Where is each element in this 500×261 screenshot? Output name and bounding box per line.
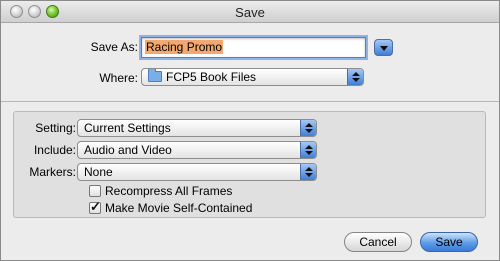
save-as-input[interactable]: Racing Promo bbox=[141, 37, 366, 58]
where-label: Where: bbox=[99, 71, 138, 85]
where-popup[interactable]: FCP5 Book Files bbox=[141, 68, 364, 86]
updown-arrows-icon bbox=[347, 69, 363, 85]
folder-icon bbox=[148, 69, 162, 82]
include-popup[interactable]: Audio and Video bbox=[77, 141, 317, 159]
cancel-button[interactable]: Cancel bbox=[344, 232, 412, 252]
expand-browser-button[interactable] bbox=[374, 39, 393, 56]
save-button[interactable]: Save bbox=[420, 232, 478, 252]
setting-value: Current Settings bbox=[84, 121, 171, 135]
setting-label: Setting: bbox=[35, 121, 76, 135]
updown-arrows-icon bbox=[300, 164, 316, 180]
include-label: Include: bbox=[33, 143, 76, 157]
markers-label: Markers: bbox=[29, 165, 76, 179]
recompress-label: Recompress All Frames bbox=[105, 184, 233, 198]
updown-arrows-icon bbox=[300, 120, 316, 136]
markers-value: None bbox=[84, 165, 113, 179]
updown-arrows-icon bbox=[300, 142, 316, 158]
include-value: Audio and Video bbox=[84, 143, 172, 157]
save-dialog: Save Save As: Racing Promo Where: FCP5 B… bbox=[0, 0, 500, 261]
checkmark-icon: ✓ bbox=[90, 199, 101, 214]
window-title: Save bbox=[235, 5, 265, 20]
divider bbox=[1, 101, 499, 102]
title-bar: Save bbox=[1, 1, 499, 23]
markers-popup[interactable]: None bbox=[77, 163, 317, 181]
recompress-checkbox[interactable] bbox=[89, 185, 101, 197]
where-value: FCP5 Book Files bbox=[166, 70, 257, 84]
setting-popup[interactable]: Current Settings bbox=[77, 119, 317, 137]
save-as-label: Save As: bbox=[90, 40, 138, 54]
self-contained-checkbox[interactable]: ✓ bbox=[89, 199, 101, 214]
self-contained-label: Make Movie Self-Contained bbox=[105, 201, 253, 215]
save-as-value: Racing Promo bbox=[145, 40, 224, 54]
options-group: Setting: Current Settings Include: Audio… bbox=[13, 111, 486, 218]
